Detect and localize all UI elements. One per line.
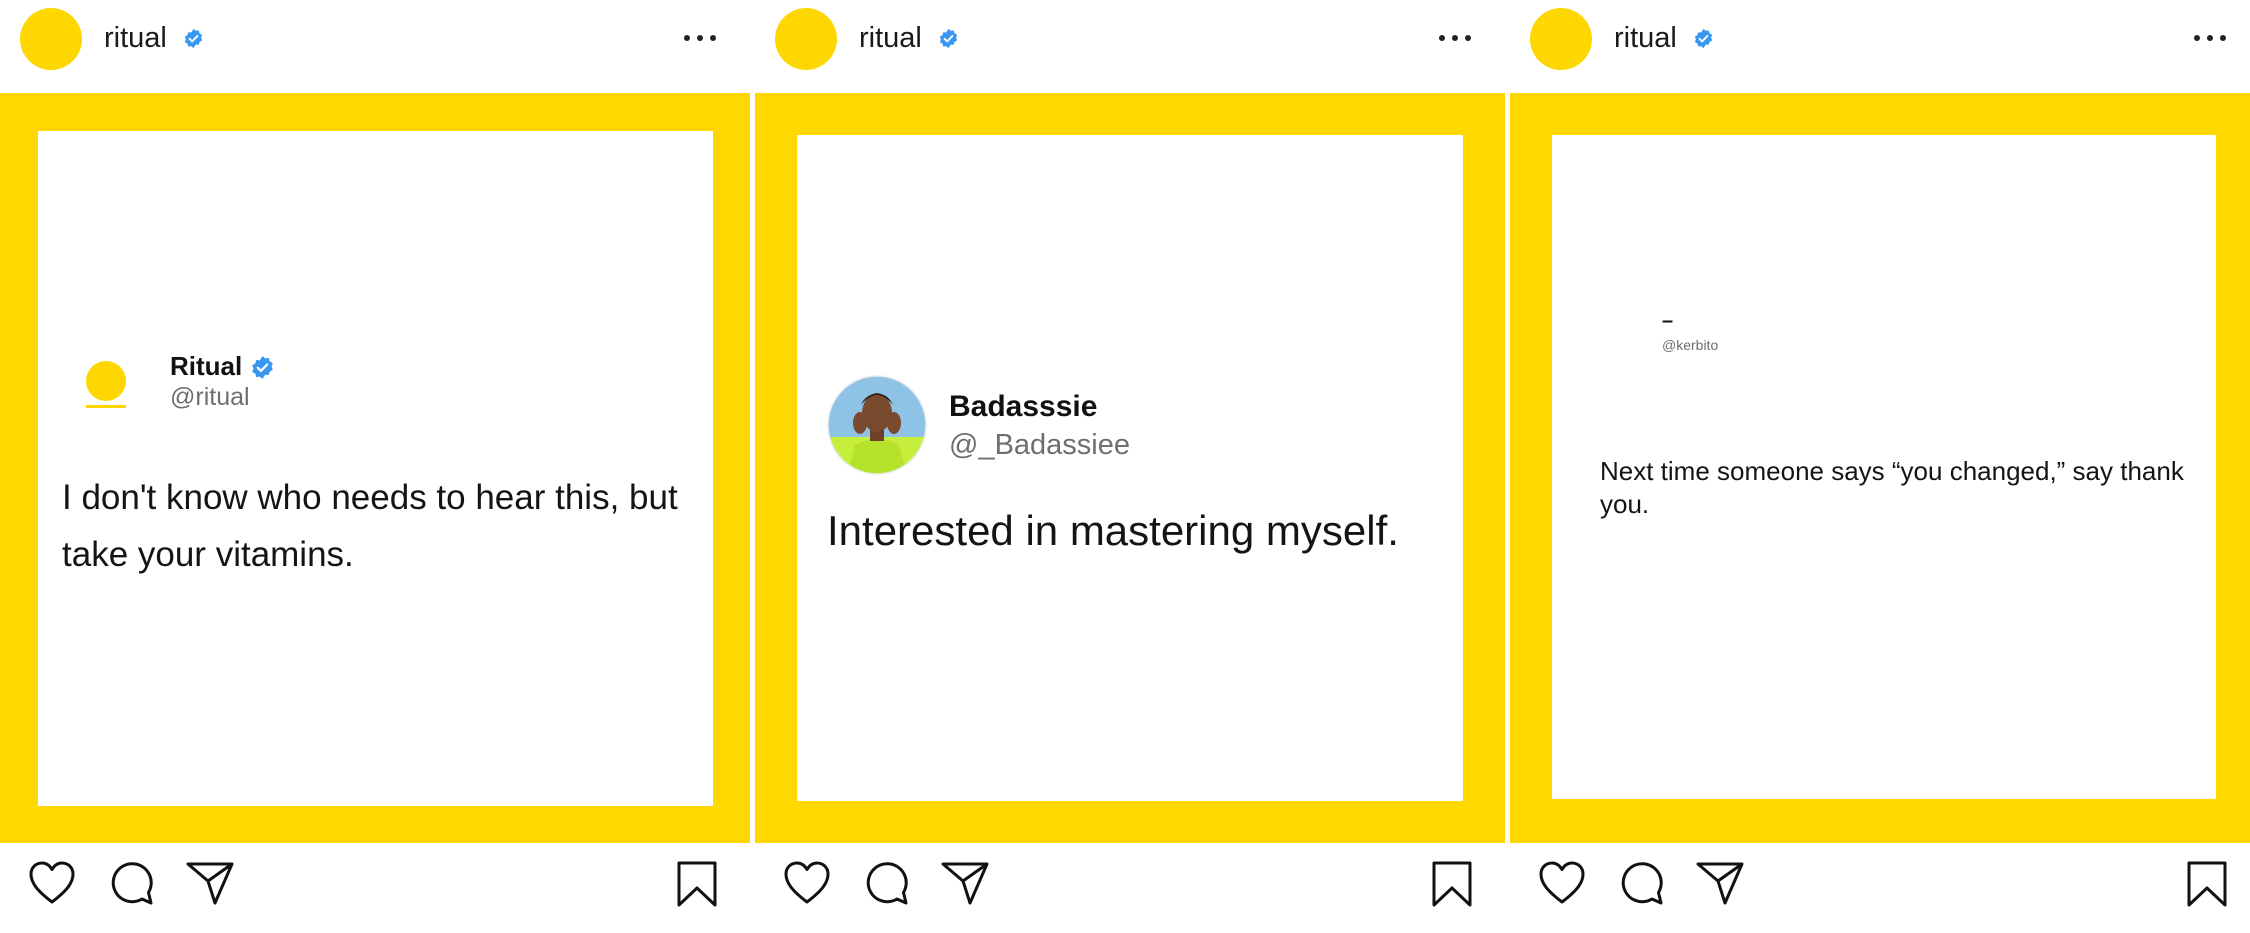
post-header: ritual	[0, 0, 750, 80]
tweet-author-handle: @ritual	[170, 383, 250, 411]
tweet-author-name: Badasssie	[949, 390, 1098, 423]
post-image: Ritual @ritual I don't know who needs to…	[0, 93, 750, 843]
tweet-card: – @kerbito Next time someone says “you c…	[1552, 135, 2216, 799]
heart-icon[interactable]	[1538, 860, 1586, 906]
post-image: – @kerbito Next time someone says “you c…	[1510, 93, 2250, 843]
post-2: ritual Badasssie @_Badassiee Interested …	[755, 0, 1505, 933]
share-icon[interactable]	[185, 860, 235, 906]
post-header: ritual	[1510, 0, 2250, 80]
account-username[interactable]: ritual	[859, 22, 922, 55]
tweet-avatar	[827, 375, 927, 475]
post-3: ritual – @kerbito Next time someone says…	[1510, 0, 2250, 933]
heart-icon[interactable]	[783, 860, 831, 906]
post-actions	[1510, 860, 2250, 920]
account-avatar[interactable]	[20, 8, 82, 70]
post-image: Badasssie @_Badassiee Interested in mast…	[755, 93, 1505, 843]
share-icon[interactable]	[1695, 860, 1745, 906]
account-username[interactable]: ritual	[104, 22, 167, 55]
post-header: ritual	[755, 0, 1505, 80]
verified-badge-icon	[184, 28, 203, 49]
tweet-text: Next time someone says “you changed,” sa…	[1600, 456, 2184, 519]
more-options-icon[interactable]	[1435, 22, 1475, 52]
bookmark-icon[interactable]	[1431, 860, 1473, 908]
bookmark-icon[interactable]	[676, 860, 718, 908]
account-avatar[interactable]	[1530, 8, 1592, 70]
tweet-avatar	[86, 361, 126, 408]
tweet-author-name: –	[1662, 310, 1674, 332]
tweet-text: Interested in mastering myself.	[827, 507, 1399, 554]
verified-badge-icon	[252, 356, 273, 379]
verified-badge-icon	[1694, 28, 1713, 49]
comment-icon[interactable]	[863, 860, 909, 906]
bookmark-icon[interactable]	[2186, 860, 2228, 908]
post-actions	[755, 860, 1505, 920]
account-avatar[interactable]	[775, 8, 837, 70]
heart-icon[interactable]	[28, 860, 76, 906]
tweet-text: I don't know who needs to hear this, but…	[62, 478, 678, 574]
more-options-icon[interactable]	[680, 22, 720, 52]
more-options-icon[interactable]	[2190, 22, 2230, 52]
tweet-author-name: Ritual	[170, 351, 243, 381]
share-icon[interactable]	[940, 860, 990, 906]
tweet-author-handle: @kerbito	[1662, 337, 1719, 353]
comment-icon[interactable]	[108, 860, 154, 906]
tweet-card: Badasssie @_Badassiee Interested in mast…	[797, 135, 1463, 801]
tweet-author-handle: @_Badassiee	[949, 429, 1130, 461]
account-username[interactable]: ritual	[1614, 22, 1677, 55]
verified-badge-icon	[939, 28, 958, 49]
tweet-card: Ritual @ritual I don't know who needs to…	[38, 131, 713, 806]
post-actions	[0, 860, 750, 920]
comment-icon[interactable]	[1618, 860, 1664, 906]
post-1: ritual Ritual @ritual I don't know who n…	[0, 0, 750, 933]
